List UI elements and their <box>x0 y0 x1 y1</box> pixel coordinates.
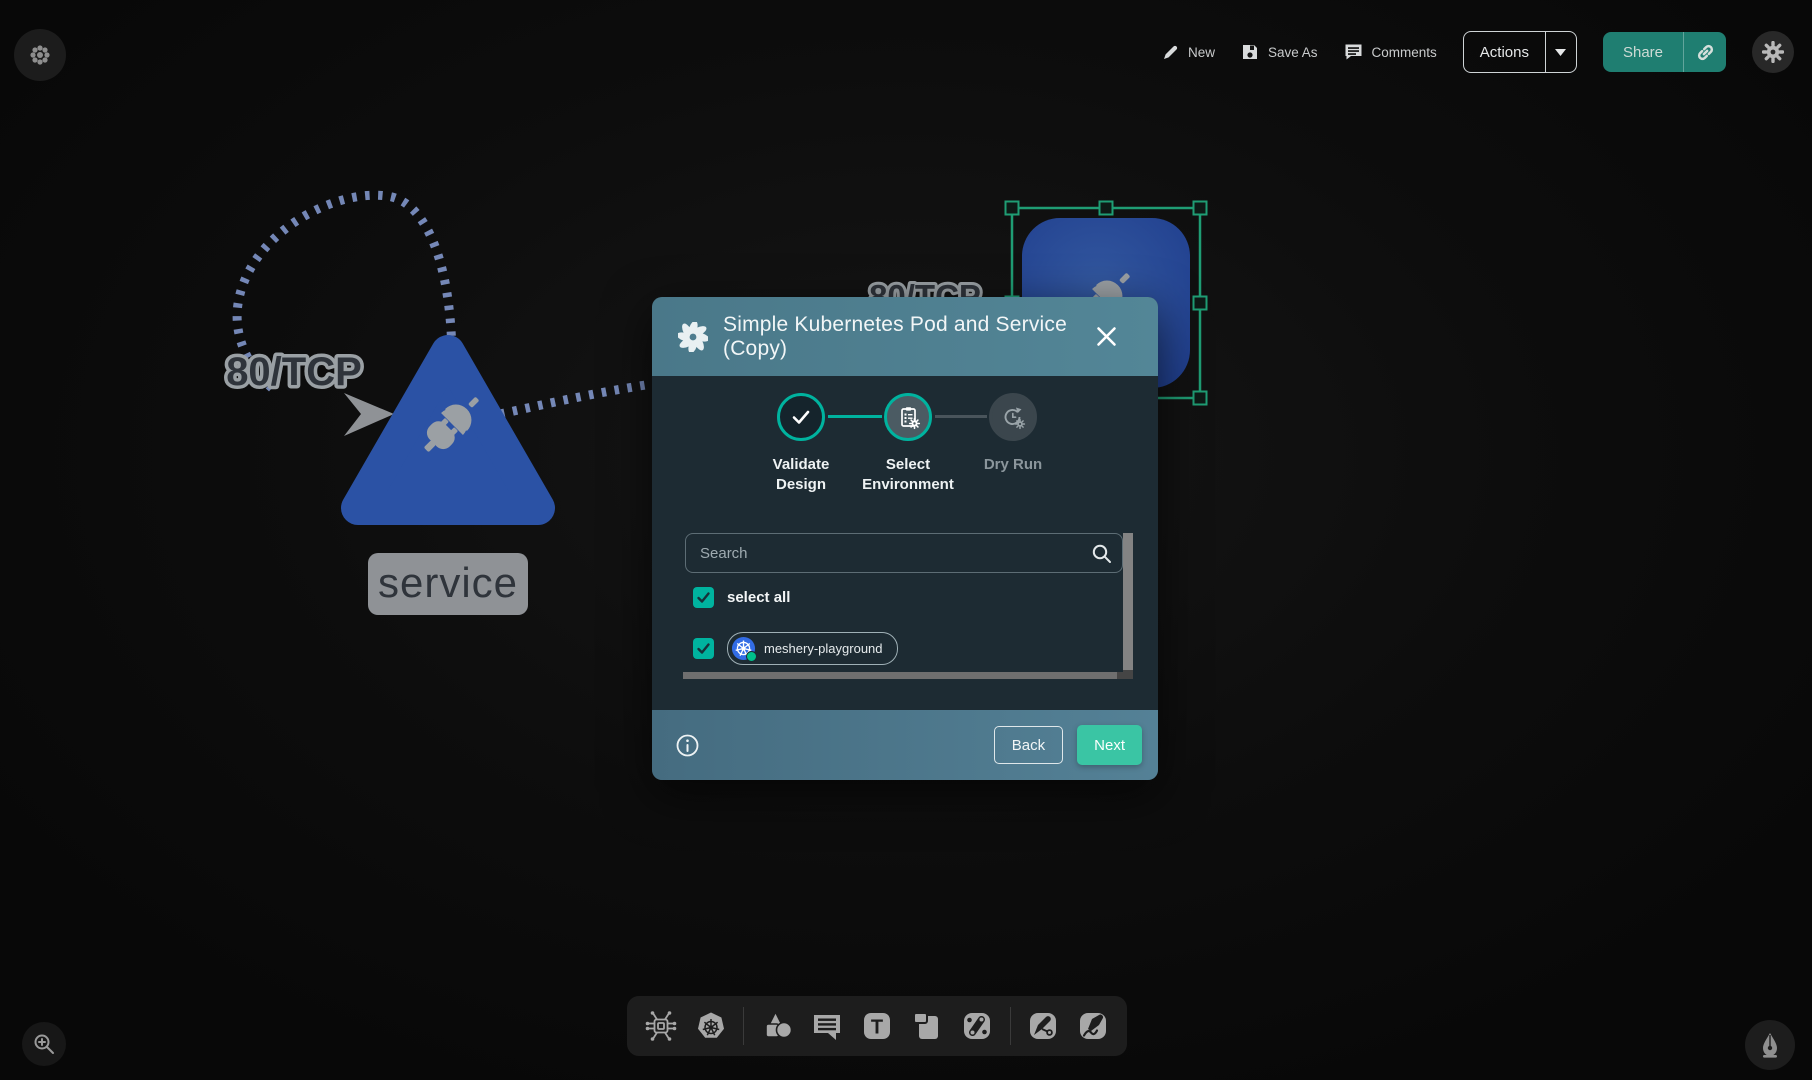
step-connector-done <box>828 415 882 418</box>
info-icon <box>676 734 699 757</box>
meshery-logo-icon <box>678 322 708 352</box>
select-all-row: select all <box>693 587 790 608</box>
environment-row: meshery-playground <box>693 632 898 665</box>
environment-chip[interactable]: meshery-playground <box>727 632 898 665</box>
step-label-validate-design: Validate Design <box>741 455 861 494</box>
select-all-checkbox[interactable] <box>693 587 714 608</box>
modal-footer: Back Next <box>652 710 1158 780</box>
edge-label-left: 80/TCP <box>226 350 362 394</box>
scrollbar-corner <box>1123 670 1133 679</box>
dry-run-icon <box>1000 404 1027 431</box>
service-node-label: service <box>368 553 528 615</box>
service-node[interactable] <box>358 352 538 508</box>
step-connector-pending <box>935 415 987 418</box>
step-label-select-environment: Select Environment <box>848 455 968 494</box>
svg-text:service: service <box>378 559 518 606</box>
step-label-dry-run: Dry Run <box>953 455 1073 475</box>
clipboard-gear-icon <box>895 404 922 431</box>
environment-name: meshery-playground <box>764 641 883 656</box>
vertical-scrollbar[interactable] <box>1123 533 1133 670</box>
back-button[interactable]: Back <box>994 726 1063 764</box>
search-input[interactable] <box>686 545 1091 562</box>
step-dry-run[interactable] <box>989 393 1037 441</box>
checkmark-icon <box>696 590 711 605</box>
horizontal-scrollbar[interactable] <box>683 672 1128 679</box>
close-icon <box>1096 326 1117 347</box>
info-button[interactable] <box>676 734 699 757</box>
modal-title: Simple Kubernetes Pod and Service (Copy) <box>723 313 1077 361</box>
close-button[interactable] <box>1092 323 1120 351</box>
search-icon[interactable] <box>1091 543 1112 564</box>
modal-header: Simple Kubernetes Pod and Service (Copy) <box>652 297 1158 376</box>
connection-status-dot <box>746 651 757 662</box>
step-validate-design[interactable] <box>777 393 825 441</box>
select-all-label: select all <box>727 589 790 606</box>
environment-checkbox[interactable] <box>693 638 714 659</box>
deploy-modal: Simple Kubernetes Pod and Service (Copy) <box>652 297 1158 780</box>
environment-search <box>685 533 1123 573</box>
next-button[interactable]: Next <box>1077 725 1142 765</box>
check-icon <box>788 404 814 430</box>
step-select-environment[interactable] <box>884 393 932 441</box>
checkmark-icon <box>696 641 711 656</box>
